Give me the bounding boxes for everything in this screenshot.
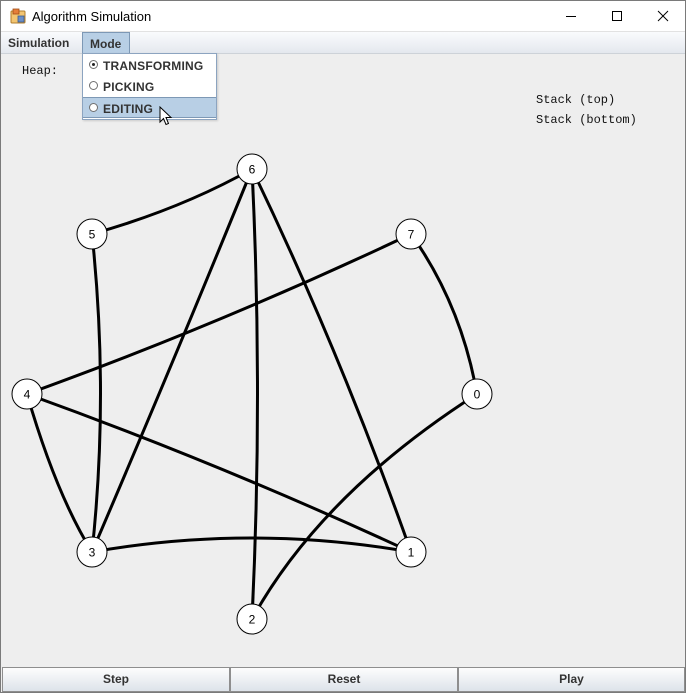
- graph-edge[interactable]: [26, 392, 412, 554]
- radio-unselected-icon: [89, 81, 98, 90]
- menu-simulation[interactable]: Simulation: [1, 32, 76, 53]
- node-label: 5: [89, 228, 96, 242]
- node-label: 3: [89, 546, 96, 560]
- maximize-button[interactable]: [594, 1, 640, 31]
- node-label: 7: [408, 228, 415, 242]
- radio-selected-icon: [89, 60, 98, 69]
- app-window: Algorithm Simulation Simulation Mode Hea…: [0, 0, 686, 693]
- menu-mode[interactable]: Mode: [82, 32, 130, 53]
- maximize-icon: [612, 11, 622, 21]
- node-label: 1: [408, 546, 415, 560]
- graph-edge[interactable]: [250, 168, 413, 553]
- graph-edge[interactable]: [91, 536, 412, 554]
- graph-node-2[interactable]: 2: [236, 603, 268, 635]
- graph-edge[interactable]: [250, 168, 259, 620]
- mode-item-picking[interactable]: PICKING: [83, 76, 216, 97]
- graph-edge[interactable]: [409, 233, 479, 395]
- mode-item-label: TRANSFORMING: [103, 59, 204, 73]
- graph-node-3[interactable]: 3: [76, 536, 108, 568]
- graph-edge[interactable]: [90, 233, 102, 553]
- button-bar: Step Reset Play: [1, 667, 685, 692]
- minimize-button[interactable]: [548, 1, 594, 31]
- radio-unselected-icon: [89, 103, 98, 112]
- window-title: Algorithm Simulation: [32, 9, 152, 24]
- node-label: 2: [249, 613, 256, 627]
- graph-node-6[interactable]: 6: [236, 153, 268, 185]
- step-button[interactable]: Step: [2, 667, 230, 692]
- java-app-icon: [10, 8, 26, 24]
- graph-view[interactable]: 6 5 7 4 0 3 1 2: [1, 54, 685, 667]
- minimize-icon: [566, 16, 576, 17]
- graph-edge[interactable]: [25, 393, 94, 553]
- close-button[interactable]: [640, 1, 686, 31]
- mode-item-label: PICKING: [103, 80, 155, 94]
- node-layer: 6 5 7 4 0 3 1 2: [11, 153, 493, 635]
- graph-node-1[interactable]: 1: [395, 536, 427, 568]
- node-label: 4: [24, 388, 31, 402]
- mode-item-transforming[interactable]: TRANSFORMING: [83, 55, 216, 76]
- graph-canvas[interactable]: Heap: Stack (top) Stack (bottom) 6 5 7 4…: [1, 54, 685, 667]
- node-label: 0: [474, 388, 481, 402]
- mode-item-label: EDITING: [103, 102, 154, 116]
- mode-item-editing[interactable]: EDITING: [83, 97, 216, 118]
- node-label: 6: [249, 163, 256, 177]
- title-bar[interactable]: Algorithm Simulation: [1, 1, 685, 32]
- play-button[interactable]: Play: [458, 667, 685, 692]
- reset-button[interactable]: Reset: [230, 667, 458, 692]
- graph-edge[interactable]: [26, 232, 412, 396]
- graph-node-7[interactable]: 7: [395, 218, 427, 250]
- graph-node-5[interactable]: 5: [76, 218, 108, 250]
- graph-node-0[interactable]: 0: [461, 378, 493, 410]
- close-icon: [657, 10, 669, 22]
- graph-node-4[interactable]: 4: [11, 378, 43, 410]
- mode-dropdown-menu: TRANSFORMING PICKING EDITING: [82, 53, 217, 120]
- menu-bar: Simulation Mode: [1, 32, 685, 54]
- mouse-cursor-icon: [159, 106, 173, 126]
